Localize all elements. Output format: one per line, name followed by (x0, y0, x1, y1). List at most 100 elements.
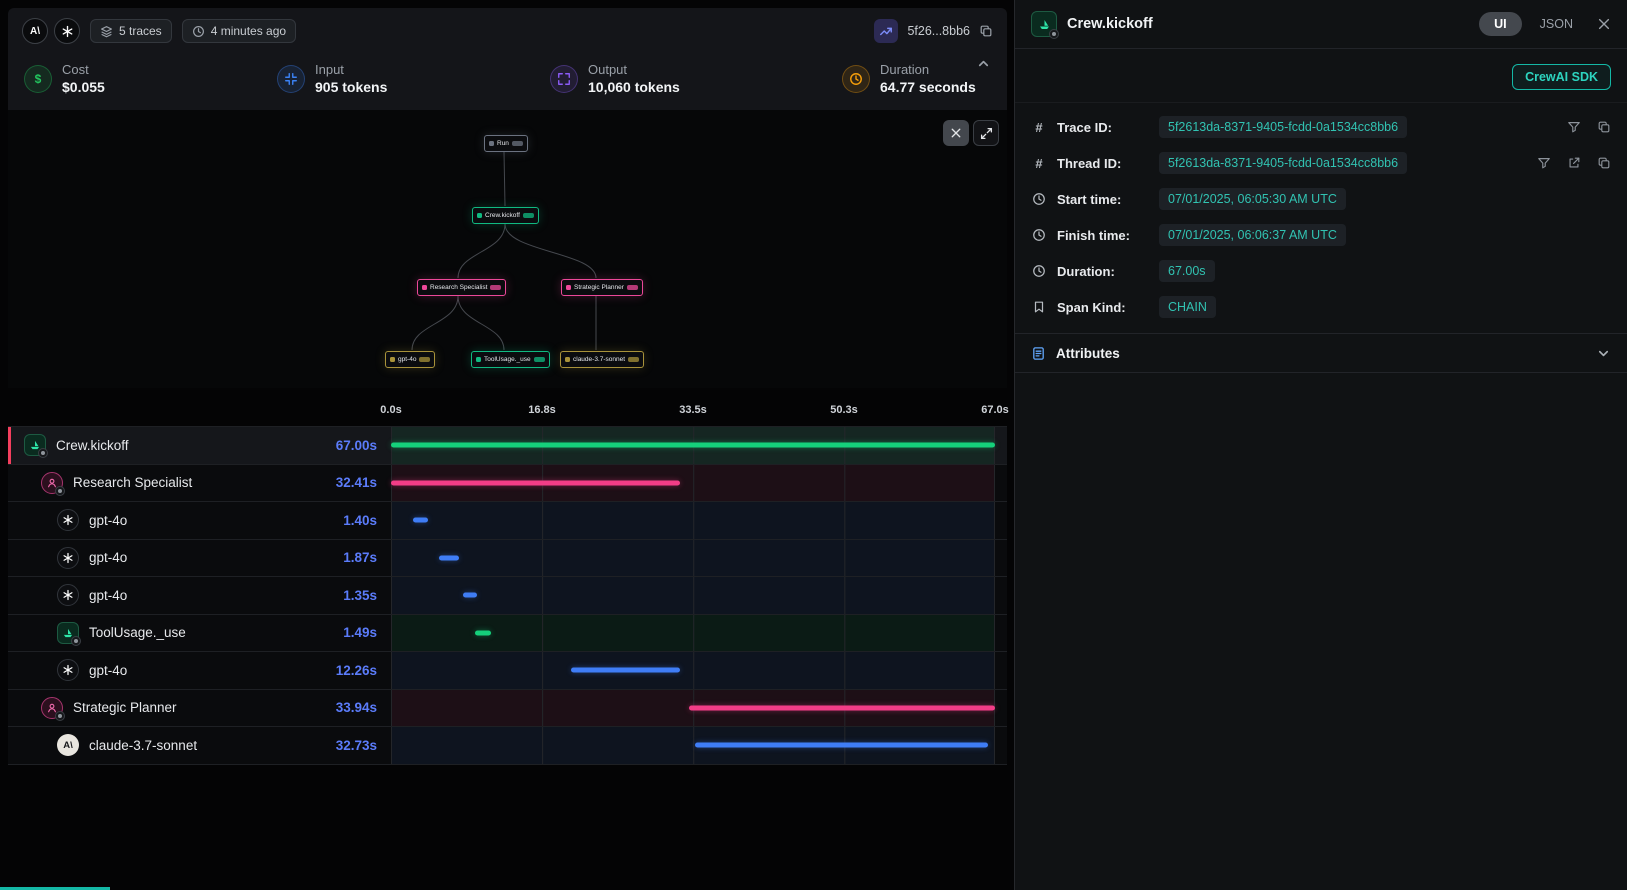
timeline-track (391, 502, 995, 539)
field-label: Thread ID: (1057, 156, 1149, 171)
node-label: Strategic Planner (574, 284, 624, 291)
openai-logo-icon (54, 18, 80, 44)
span-row-crew-kickoff[interactable]: Crew.kickoff 67.00s (8, 427, 1007, 465)
graph-node-strategic-planner[interactable]: Strategic Planner (561, 279, 643, 296)
span-name: gpt-4o (89, 663, 127, 678)
span-row-gpt4o-1[interactable]: gpt-4o 1.40s (8, 502, 1007, 540)
span-detail-panel: Crew.kickoff UI JSON CrewAI SDK # Trace … (1014, 0, 1627, 890)
span-row-strategic-planner[interactable]: Strategic Planner 33.94s (8, 690, 1007, 728)
tab-ui[interactable]: UI (1479, 12, 1522, 36)
stat-value: 10,060 tokens (588, 78, 680, 96)
trace-graph-icon[interactable] (874, 19, 898, 43)
timeline-bar (463, 593, 477, 598)
span-name: gpt-4o (89, 588, 127, 603)
agent-icon (41, 472, 63, 494)
openai-icon (57, 659, 79, 681)
timeline-bar (571, 668, 680, 673)
span-duration: 12.26s (336, 663, 377, 678)
graph-node-gpt-4o[interactable]: gpt-4o (385, 351, 435, 368)
timeline-bar (689, 705, 995, 710)
graph-expand-button[interactable] (973, 120, 999, 146)
clock-icon (1031, 228, 1047, 242)
field-span-kind: Span Kind: CHAIN (1031, 289, 1611, 325)
stat-label: Output (588, 62, 680, 78)
axis-tick-label: 0.0s (380, 404, 401, 416)
graph-close-button[interactable] (943, 120, 969, 146)
graph-node-claude-sonnet[interactable]: claude-3.7-sonnet (560, 351, 644, 368)
timeline-bar (391, 443, 995, 448)
span-row-claude-sonnet[interactable]: A\ claude-3.7-sonnet 32.73s (8, 727, 1007, 765)
span-name: ToolUsage._use (89, 625, 186, 640)
span-row-gpt4o-4[interactable]: gpt-4o 12.26s (8, 652, 1007, 690)
close-panel-icon[interactable] (1597, 17, 1611, 31)
trace-age-badge[interactable]: 4 minutes ago (182, 19, 296, 43)
trace-graph-canvas[interactable]: Run Crew.kickoff Research Specialist Str… (8, 110, 1007, 388)
field-label: Duration: (1057, 264, 1149, 279)
stat-duration: Duration 64.77 seconds (842, 62, 976, 96)
span-name: Crew.kickoff (56, 438, 129, 453)
field-label: Start time: (1057, 192, 1149, 207)
field-label: Finish time: (1057, 228, 1149, 243)
axis-tick-label: 50.3s (830, 404, 858, 416)
graph-node-research-specialist[interactable]: Research Specialist (417, 279, 506, 296)
timeline-track (391, 577, 995, 614)
span-name: Research Specialist (73, 475, 192, 490)
graph-node-crew-kickoff[interactable]: Crew.kickoff (472, 207, 539, 224)
span-name: gpt-4o (89, 513, 127, 528)
dollar-icon: $ (24, 65, 52, 93)
span-row-toolusage[interactable]: ToolUsage._use 1.49s (8, 615, 1007, 653)
filter-icon[interactable] (1537, 156, 1551, 170)
span-row-research-specialist[interactable]: Research Specialist 32.41s (8, 465, 1007, 503)
node-dot-icon (476, 357, 481, 362)
clock-icon (192, 25, 205, 38)
filter-icon[interactable] (1567, 120, 1581, 134)
field-label: Trace ID: (1057, 120, 1149, 135)
trace-summary-card: A\ 5 traces (8, 8, 1007, 110)
node-status-chip (534, 357, 545, 362)
timeline-bar (475, 630, 491, 635)
span-duration: 1.40s (343, 513, 377, 528)
copy-icon[interactable] (979, 24, 993, 38)
field-label: Span Kind: (1057, 300, 1149, 315)
node-label: ToolUsage._use (484, 356, 531, 363)
time-axis: 0.0s 16.8s 33.5s 50.3s 67.0s (391, 396, 995, 426)
span-name: gpt-4o (89, 550, 127, 565)
crew-icon (1031, 11, 1057, 37)
field-value: 5f2613da-8371-9405-fcdd-0a1534cc8bb6 (1159, 152, 1407, 174)
agent-icon (41, 697, 63, 719)
graph-node-run[interactable]: Run (484, 135, 528, 152)
copy-icon[interactable] (1597, 156, 1611, 170)
node-status-chip (523, 213, 534, 218)
span-row-gpt4o-2[interactable]: gpt-4o 1.87s (8, 540, 1007, 578)
timeline-track (391, 465, 995, 502)
copy-icon[interactable] (1597, 120, 1611, 134)
field-trace-id: # Trace ID: 5f2613da-8371-9405-fcdd-0a15… (1031, 109, 1611, 145)
collapse-stats-button[interactable] (976, 56, 991, 71)
attributes-section-toggle[interactable]: Attributes (1015, 333, 1627, 373)
traces-count-badge[interactable]: 5 traces (90, 19, 172, 43)
span-duration: 1.35s (343, 588, 377, 603)
timeline-track (391, 690, 995, 727)
node-label: Crew.kickoff (485, 212, 520, 219)
agentops-badge-icon (1049, 29, 1059, 39)
axis-tick-label: 67.0s (981, 404, 1009, 416)
trace-viewer-app: A\ 5 traces (0, 0, 1627, 890)
external-link-icon[interactable] (1567, 156, 1581, 170)
node-label: gpt-4o (398, 356, 416, 363)
span-duration: 1.49s (343, 625, 377, 640)
span-duration: 1.87s (343, 550, 377, 565)
field-value: 67.00s (1159, 260, 1215, 282)
node-dot-icon (477, 213, 482, 218)
span-rows: Crew.kickoff 67.00s Research Specialist … (8, 426, 1007, 765)
timeline-track (391, 427, 995, 464)
tab-json[interactable]: JSON (1532, 12, 1581, 36)
span-row-gpt4o-3[interactable]: gpt-4o 1.35s (8, 577, 1007, 615)
graph-node-toolusage[interactable]: ToolUsage._use (471, 351, 550, 368)
chevron-down-icon[interactable] (1596, 346, 1611, 361)
stat-input: Input 905 tokens (277, 62, 550, 96)
panel-header: Crew.kickoff UI JSON (1015, 0, 1627, 49)
span-waterfall: 0.0s 16.8s 33.5s 50.3s 67.0s Crew.kickof… (8, 396, 1007, 765)
span-duration: 32.41s (336, 475, 377, 490)
tool-icon (57, 622, 79, 644)
span-name: claude-3.7-sonnet (89, 738, 197, 753)
